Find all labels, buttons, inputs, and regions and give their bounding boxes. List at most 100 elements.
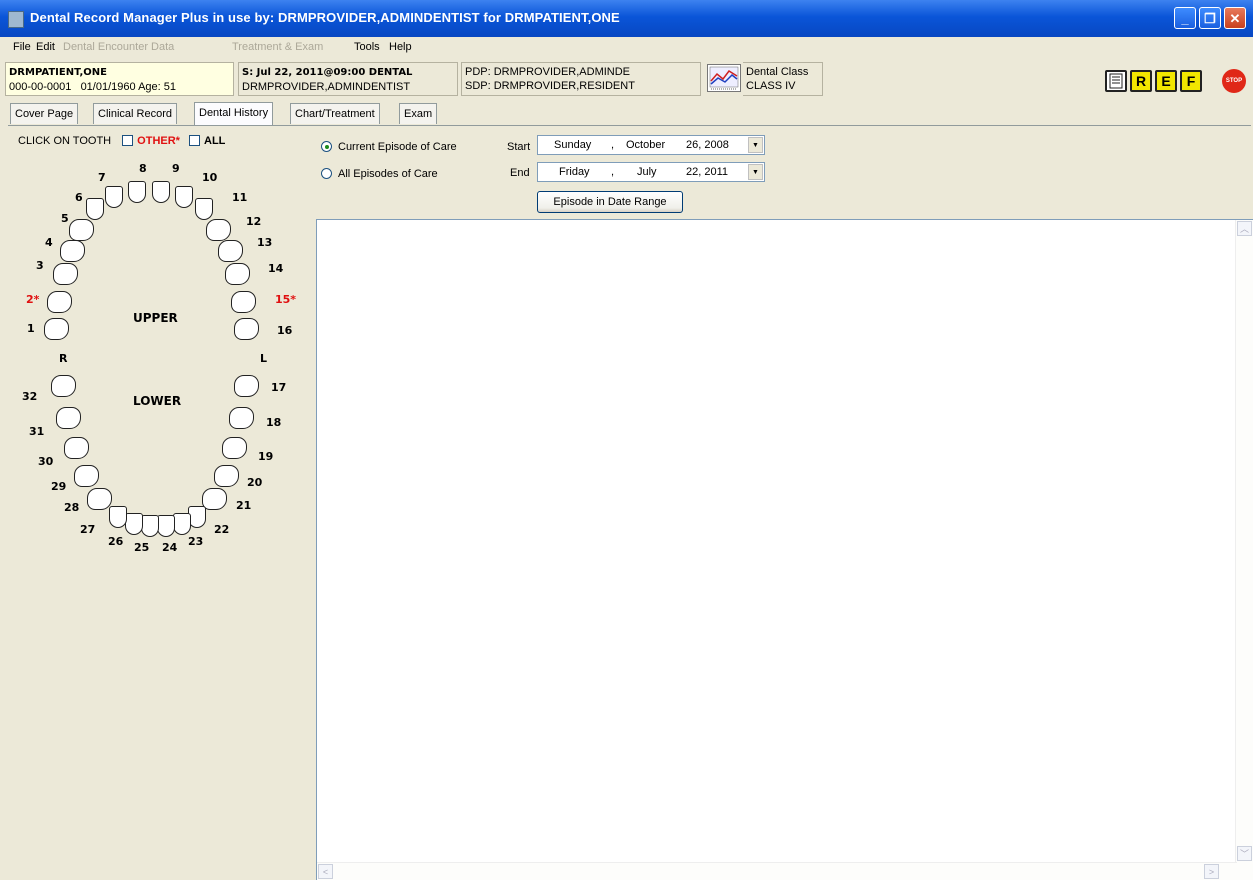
tooth-30[interactable] — [64, 437, 89, 459]
all-episodes-radio-dot[interactable] — [321, 168, 332, 179]
tooth-number-11: 11 — [232, 191, 248, 204]
start-date-picker[interactable]: Sunday , October 26, 2008 ▼ — [537, 135, 765, 155]
episode-in-date-range-button[interactable]: Episode in Date Range — [537, 191, 683, 213]
tooth-5[interactable] — [69, 219, 94, 241]
tooth-number-14: 14 — [268, 262, 284, 275]
tab-chart-treatment[interactable]: Chart/Treatment — [290, 103, 380, 124]
r-button[interactable]: R — [1130, 70, 1152, 92]
tooth-number-13: 13 — [257, 236, 273, 249]
tooth-20[interactable] — [214, 465, 239, 487]
scroll-up-icon[interactable]: ︿ — [1237, 221, 1252, 236]
tooth-32[interactable] — [51, 375, 76, 397]
horizontal-scrollbar[interactable]: < > — [317, 862, 1237, 880]
secondary-provider: SDP: DRMPROVIDER,RESIDENT — [465, 80, 635, 92]
tooth-26[interactable] — [125, 513, 143, 535]
vertical-scrollbar[interactable]: ︿ ﹀ — [1235, 220, 1253, 880]
tooth-number-31: 31 — [29, 425, 45, 438]
tooth-7[interactable] — [105, 186, 123, 208]
minimize-button[interactable]: _ — [1174, 7, 1196, 29]
tooth-14[interactable] — [225, 263, 250, 285]
tooth-number-27: 27 — [80, 523, 96, 536]
title-bar: Dental Record Manager Plus in use by: DR… — [0, 0, 1253, 37]
dental-class-box: Dental Class CLASS IV — [743, 62, 823, 96]
tooth-15[interactable] — [231, 291, 256, 313]
tooth-9[interactable] — [152, 181, 170, 203]
menu-help[interactable]: Help — [389, 41, 412, 53]
tooth-25[interactable] — [141, 515, 159, 537]
chart-icon[interactable] — [707, 64, 741, 92]
patient-dob: 01/01/1960 — [80, 81, 136, 93]
e-button[interactable]: E — [1155, 70, 1177, 92]
tooth-27[interactable] — [109, 506, 127, 528]
tooth-4[interactable] — [60, 240, 85, 262]
tab-clinical-record[interactable]: Clinical Record — [93, 103, 177, 124]
tooth-number-26: 26 — [108, 535, 124, 548]
tooth-2[interactable] — [47, 291, 72, 313]
tooth-16[interactable] — [234, 318, 259, 340]
tab-cover-page[interactable]: Cover Page — [10, 103, 79, 124]
provider-info-box[interactable]: PDP: DRMPROVIDER,ADMINDE SDP: DRMPROVIDE… — [461, 62, 701, 96]
tooth-24[interactable] — [157, 515, 175, 537]
patient-info-box[interactable]: DRMPATIENT,ONE 000-00-0001 01/01/1960 Ag… — [5, 62, 234, 96]
tooth-23[interactable] — [173, 513, 191, 535]
tab-exam[interactable]: Exam — [399, 103, 438, 124]
tooth-18[interactable] — [229, 407, 254, 429]
close-button[interactable]: ✕ — [1224, 7, 1246, 29]
all-episodes-radio[interactable]: All Episodes of Care — [321, 168, 438, 180]
notes-icon[interactable] — [1105, 70, 1127, 92]
visit-info-box[interactable]: S: Jul 22, 2011@09:00 DENTAL DRMPROVIDER… — [238, 62, 458, 96]
tooth-1[interactable] — [44, 318, 69, 340]
end-sep: , — [611, 166, 615, 178]
end-month: July — [637, 166, 657, 178]
scroll-right-icon[interactable]: > — [1204, 864, 1219, 879]
restore-button[interactable]: ❐ — [1199, 7, 1221, 29]
tooth-6[interactable] — [86, 198, 104, 220]
tooth-28[interactable] — [87, 488, 112, 510]
end-day: Friday — [559, 166, 590, 178]
app-icon — [8, 11, 24, 28]
all-checkbox[interactable] — [189, 135, 201, 146]
current-episode-radio[interactable]: Current Episode of Care — [321, 141, 457, 153]
stop-button[interactable]: STOP — [1222, 69, 1246, 93]
tooth-17[interactable] — [234, 375, 259, 397]
tooth-29[interactable] — [74, 465, 99, 487]
tooth-13[interactable] — [218, 240, 243, 262]
tooth-11[interactable] — [195, 198, 213, 220]
end-dropdown-icon[interactable]: ▼ — [748, 164, 763, 180]
other-label: OTHER* — [137, 135, 180, 147]
tooth-number-5: 5 — [61, 212, 69, 225]
tooth-number-17: 17 — [271, 381, 287, 394]
tooth-number-30: 30 — [38, 455, 54, 468]
tooth-12[interactable] — [206, 219, 231, 241]
lower-arch-label: LOWER — [133, 394, 182, 408]
tooth-number-22: 22 — [214, 523, 230, 536]
f-button[interactable]: F — [1180, 70, 1202, 92]
scroll-left-icon[interactable]: < — [318, 864, 333, 879]
menu-edit[interactable]: Edit — [36, 41, 55, 53]
tooth-selector-header: CLICK ON TOOTH OTHER* ALL — [18, 135, 225, 147]
tooth-number-21: 21 — [236, 499, 252, 512]
start-dropdown-icon[interactable]: ▼ — [748, 137, 763, 153]
tooth-10[interactable] — [175, 186, 193, 208]
menu-tools[interactable]: Tools — [354, 41, 380, 53]
tooth-number-1: 1 — [27, 322, 35, 335]
primary-provider: PDP: DRMPROVIDER,ADMINDE — [465, 66, 631, 78]
menu-file[interactable]: File — [13, 41, 31, 53]
tooth-31[interactable] — [56, 407, 81, 429]
other-checkbox[interactable] — [122, 135, 134, 146]
tooth-3[interactable] — [53, 263, 78, 285]
right-side-label: R — [59, 352, 68, 365]
tooth-21[interactable] — [202, 488, 227, 510]
end-date-picker[interactable]: Friday , July 22, 2011 ▼ — [537, 162, 765, 182]
dental-history-text-area[interactable]: ︿ ﹀ < > — [316, 219, 1253, 880]
current-episode-radio-dot[interactable] — [321, 141, 332, 152]
all-episodes-label: All Episodes of Care — [338, 168, 438, 180]
dental-class-value: CLASS IV — [746, 80, 796, 92]
scroll-down-icon[interactable]: ﹀ — [1237, 846, 1252, 861]
tab-dental-history[interactable]: Dental History — [194, 102, 274, 125]
patient-name: DRMPATIENT,ONE — [9, 67, 107, 78]
tooth-number-7: 7 — [98, 171, 106, 184]
tooth-number-28: 28 — [64, 501, 80, 514]
tooth-8[interactable] — [128, 181, 146, 203]
tooth-19[interactable] — [222, 437, 247, 459]
